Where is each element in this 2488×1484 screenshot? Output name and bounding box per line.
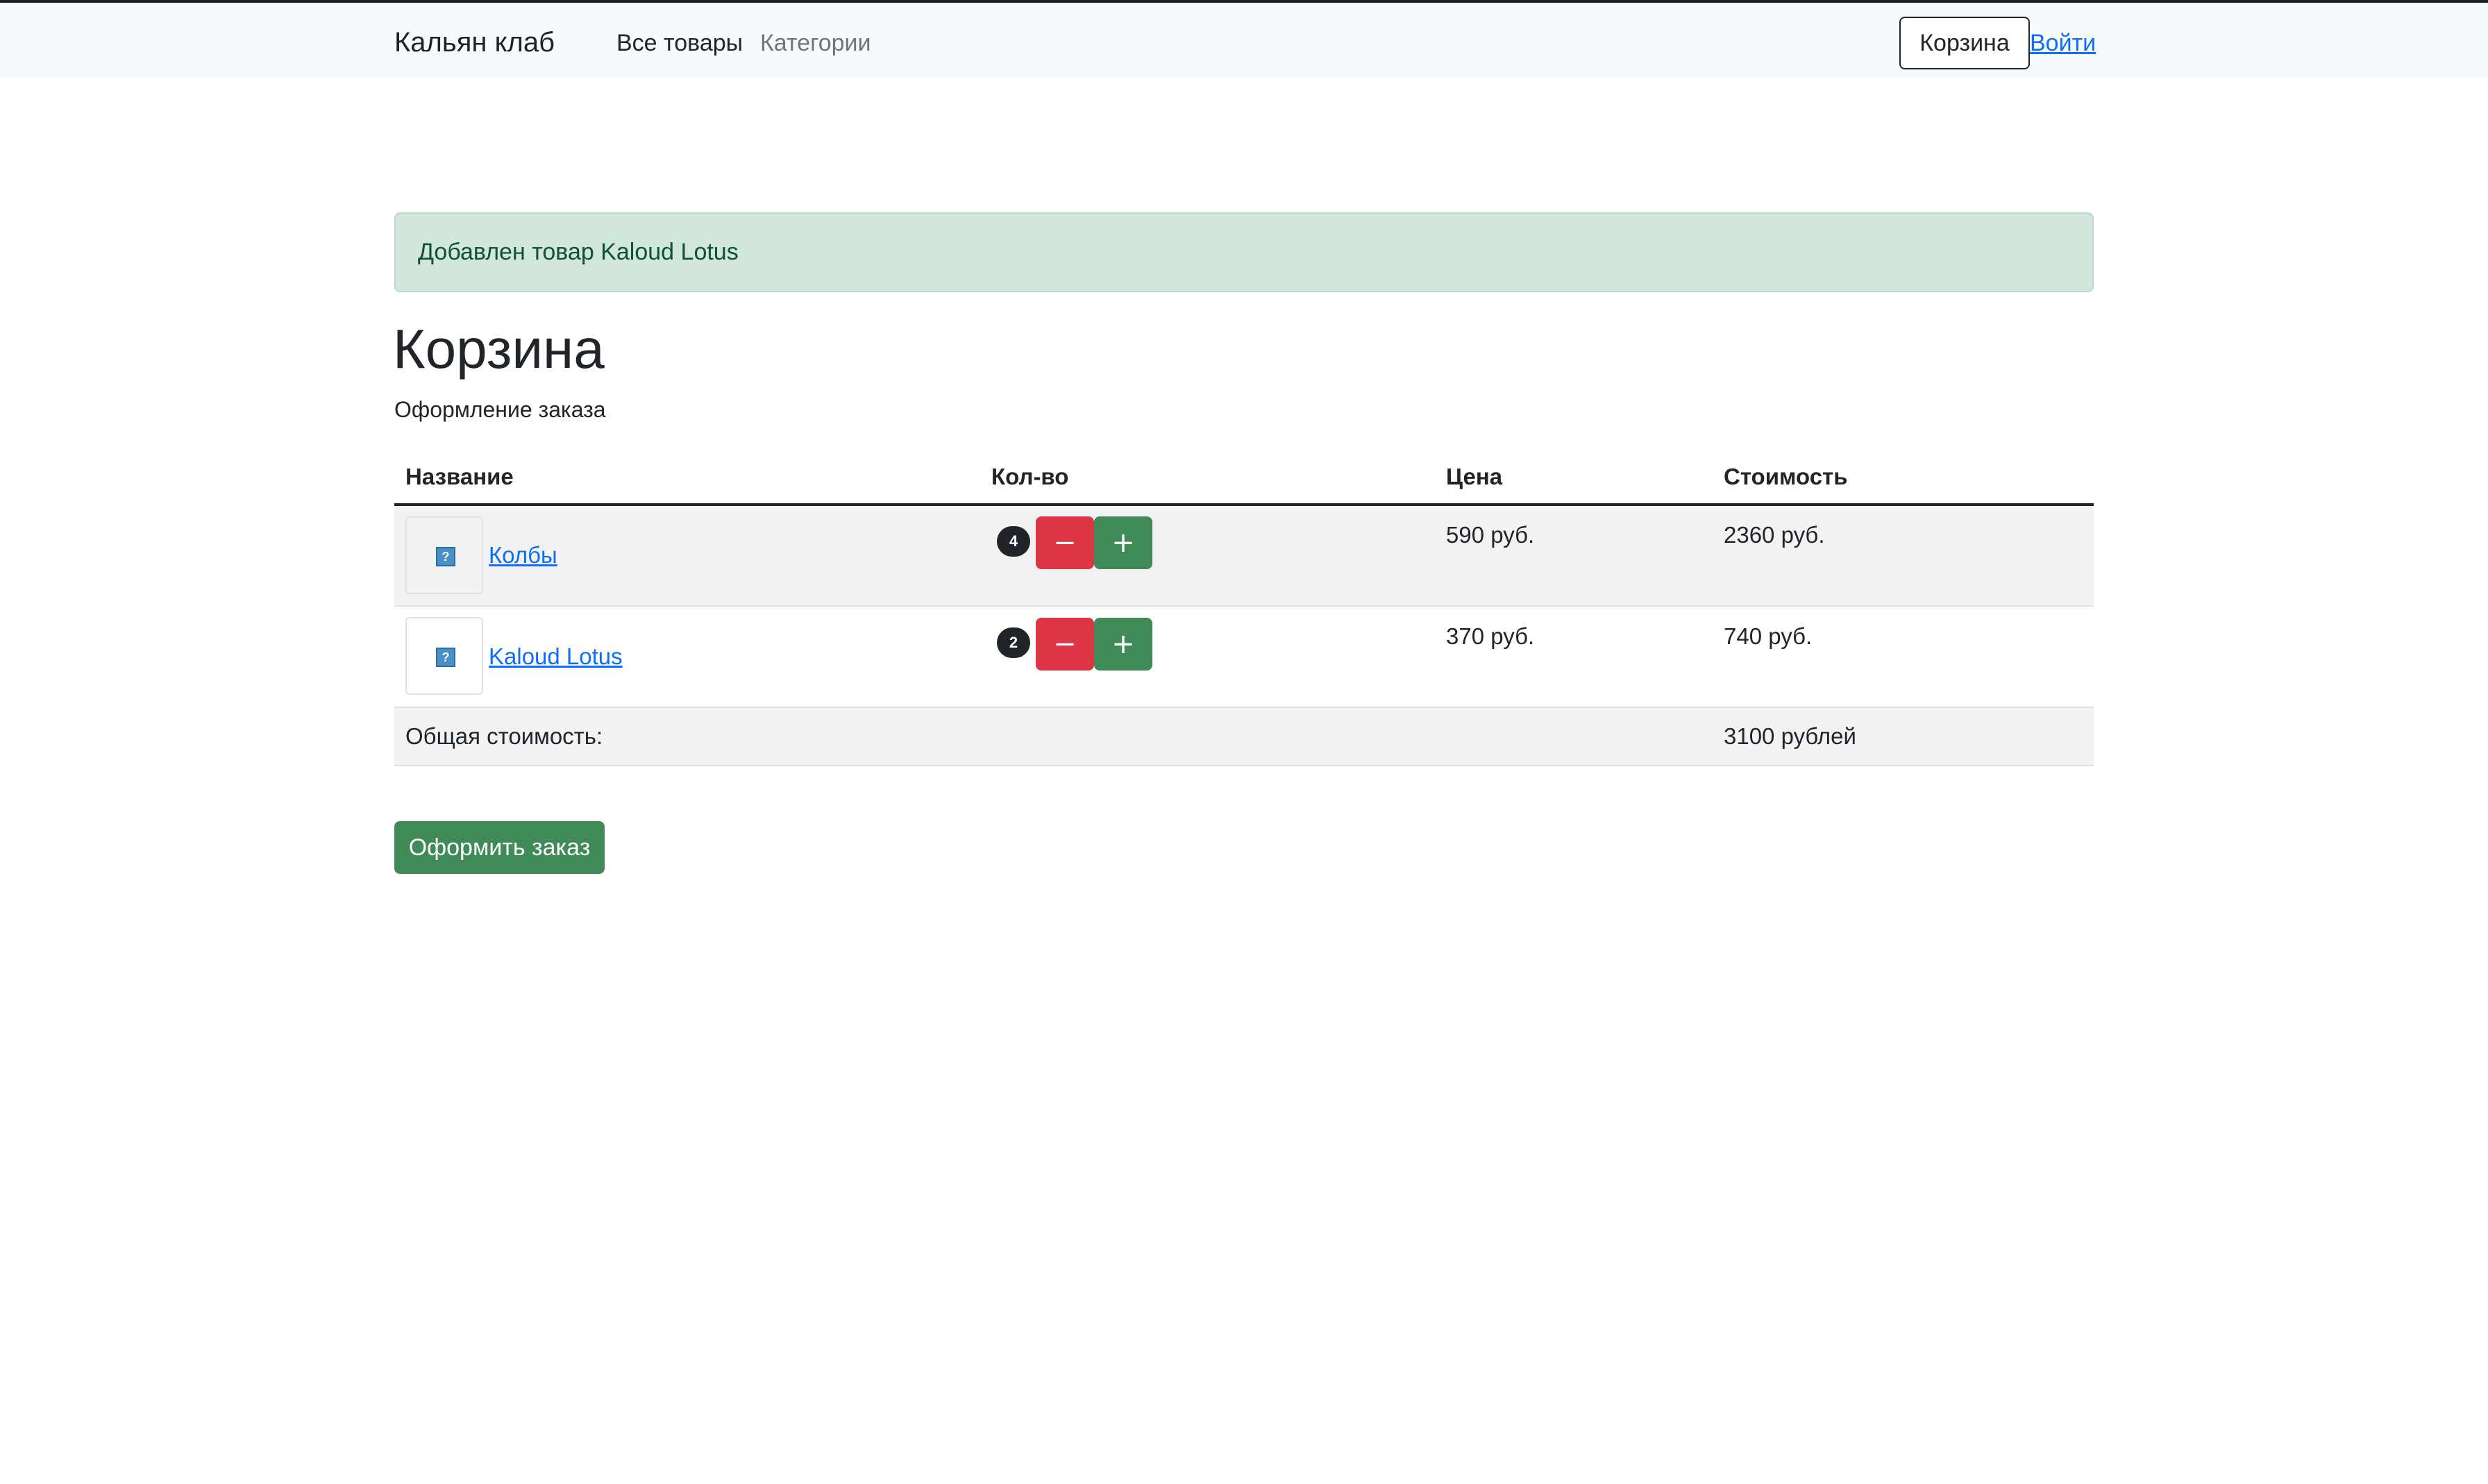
navbar: Кальян клаб Все товары Категории Корзина…	[0, 3, 2488, 78]
broken-image-icon: ?	[436, 648, 455, 667]
cost-cell: 740 руб.	[1724, 623, 1813, 649]
column-header-cost: Стоимость	[1724, 464, 1848, 489]
nav-link-categories[interactable]: Категории	[760, 28, 871, 58]
page-subtitle: Оформление заказа	[394, 397, 606, 422]
total-value: 3100 рублей	[1724, 723, 1856, 749]
decrease-quantity-button[interactable]: −	[1036, 618, 1094, 671]
product-image[interactable]: ?	[405, 516, 483, 594]
column-header-name: Название	[405, 464, 514, 489]
price-cell: 590 руб.	[1446, 522, 1535, 548]
total-label: Общая стоимость:	[405, 723, 603, 749]
login-link[interactable]: Войти	[2030, 28, 2096, 58]
table-row: ? Kaloud Lotus 2 − + 370 руб. 740 руб.	[394, 607, 2094, 708]
column-header-price: Цена	[1446, 464, 1503, 489]
decrease-quantity-button[interactable]: −	[1036, 516, 1094, 569]
price-cell: 370 руб.	[1446, 623, 1535, 649]
cost-cell: 2360 руб.	[1724, 522, 1825, 548]
broken-image-icon: ?	[436, 547, 455, 566]
nav-link-all-products[interactable]: Все товары	[616, 28, 743, 58]
total-row: Общая стоимость: 3100 рублей	[394, 708, 2094, 766]
product-image[interactable]: ?	[405, 617, 483, 695]
product-link[interactable]: Kaloud Lotus	[489, 641, 623, 672]
success-alert: Добавлен товар Kaloud Lotus	[394, 212, 2094, 292]
page-title: Корзина	[393, 318, 605, 380]
quantity-badge: 2	[997, 627, 1030, 658]
brand-link[interactable]: Кальян клаб	[394, 26, 555, 59]
increase-quantity-button[interactable]: +	[1094, 618, 1152, 671]
cart-button[interactable]: Корзина	[1899, 17, 2030, 69]
checkout-button[interactable]: Оформить заказ	[394, 821, 605, 874]
quantity-badge: 4	[997, 526, 1030, 557]
product-link[interactable]: Колбы	[489, 540, 557, 571]
increase-quantity-button[interactable]: +	[1094, 516, 1152, 569]
table-row: ? Колбы 4 − + 590 руб. 2360 руб.	[394, 506, 2094, 607]
column-header-quantity: Кол-во	[991, 464, 1069, 489]
